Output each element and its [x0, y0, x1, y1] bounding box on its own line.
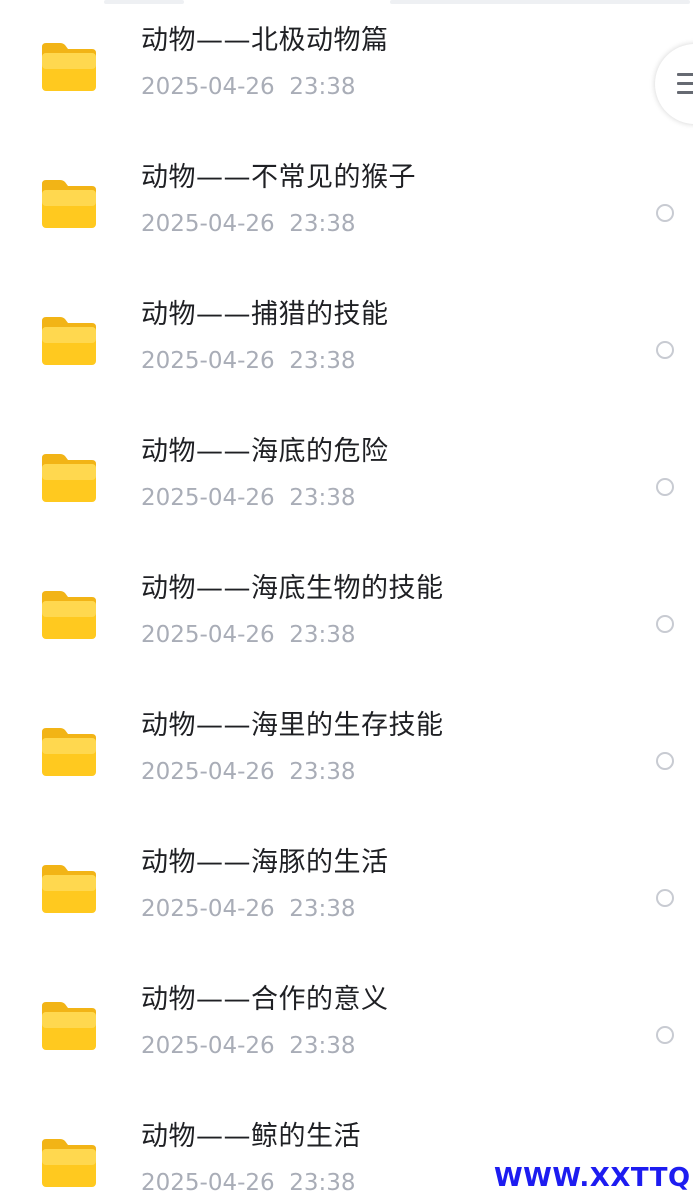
- select-radio[interactable]: [656, 615, 674, 633]
- menu-icon: [677, 73, 693, 100]
- folder-icon: [40, 1137, 98, 1189]
- file-date: 2025-04-26 23:38: [141, 348, 356, 374]
- file-name: 动物——合作的意义: [141, 984, 389, 1015]
- file-name: 动物——海底的危险: [141, 436, 389, 467]
- select-radio[interactable]: [656, 478, 674, 496]
- select-radio[interactable]: [656, 204, 674, 222]
- file-name: 动物——海里的生存技能: [141, 710, 444, 741]
- list-item[interactable]: 动物——北极动物篇 2025-04-26 23:38: [0, 0, 693, 137]
- folder-icon: [40, 589, 98, 641]
- file-name: 动物——北极动物篇: [141, 25, 389, 56]
- select-radio[interactable]: [656, 889, 674, 907]
- folder-icon: [40, 1000, 98, 1052]
- file-name: 动物——海底生物的技能: [141, 573, 444, 604]
- folder-icon: [40, 726, 98, 778]
- watermark-text: WWW.XXTTQ.COM: [494, 1163, 693, 1193]
- list-item[interactable]: 动物——捕猎的技能 2025-04-26 23:38: [0, 274, 693, 411]
- folder-icon: [40, 41, 98, 93]
- file-date: 2025-04-26 23:38: [141, 622, 356, 648]
- file-date: 2025-04-26 23:38: [141, 74, 356, 100]
- select-radio[interactable]: [656, 341, 674, 359]
- list-item[interactable]: 动物——海豚的生活 2025-04-26 23:38: [0, 822, 693, 959]
- list-item[interactable]: 动物——海底生物的技能 2025-04-26 23:38: [0, 548, 693, 685]
- file-date: 2025-04-26 23:38: [141, 1170, 356, 1196]
- file-name: 动物——不常见的猴子: [141, 162, 416, 193]
- file-date: 2025-04-26 23:38: [141, 485, 356, 511]
- list-item[interactable]: 动物——海底的危险 2025-04-26 23:38: [0, 411, 693, 548]
- file-name: 动物——鲸的生活: [141, 1121, 361, 1152]
- file-name: 动物——捕猎的技能: [141, 299, 389, 330]
- list-item[interactable]: 动物——海里的生存技能 2025-04-26 23:38: [0, 685, 693, 822]
- select-radio[interactable]: [656, 1026, 674, 1044]
- list-item[interactable]: 动物——不常见的猴子 2025-04-26 23:38: [0, 137, 693, 274]
- file-date: 2025-04-26 23:38: [141, 211, 356, 237]
- folder-icon: [40, 315, 98, 367]
- list-item[interactable]: 动物——合作的意义 2025-04-26 23:38: [0, 959, 693, 1096]
- select-radio[interactable]: [656, 752, 674, 770]
- folder-icon: [40, 452, 98, 504]
- file-date: 2025-04-26 23:38: [141, 896, 356, 922]
- file-date: 2025-04-26 23:38: [141, 1033, 356, 1059]
- file-date: 2025-04-26 23:38: [141, 759, 356, 785]
- folder-icon: [40, 863, 98, 915]
- file-list-screen: 动物——北极动物篇 2025-04-26 23:38 动物——不常见的猴子 20…: [0, 0, 693, 1200]
- folder-icon: [40, 178, 98, 230]
- file-name: 动物——海豚的生活: [141, 847, 389, 878]
